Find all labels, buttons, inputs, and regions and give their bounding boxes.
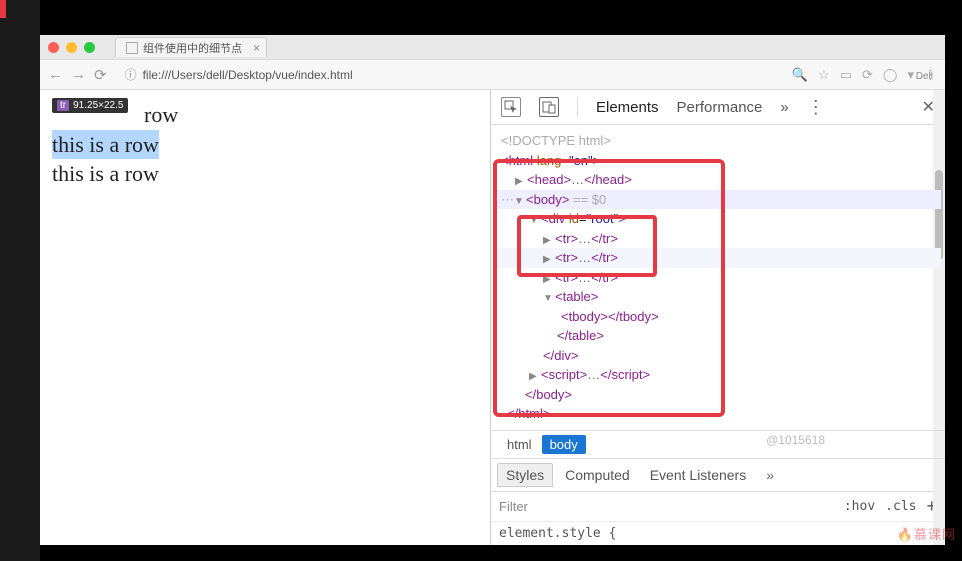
watermark-id: @1015618 (766, 433, 825, 447)
browser-window: Dell 组件使用中的细节点 × ← → ⟳ ⓘ file:///Users/d… (40, 35, 945, 545)
page-text-row-2: this is a row (52, 130, 159, 160)
dom-tr1[interactable]: ▶<tr>…</tr> (495, 229, 941, 249)
element-style-block[interactable]: element.style { (491, 522, 945, 545)
tooltip-dims: 91.25×22.5 (73, 100, 123, 111)
dom-breadcrumb: html body @1015618 (491, 430, 945, 459)
ext2-icon[interactable]: ⟳ (862, 67, 873, 83)
ext3-icon[interactable]: ◯ (883, 67, 898, 83)
performance-tab[interactable]: Performance (677, 99, 763, 116)
brand-watermark: 🔥慕课网 (897, 524, 956, 543)
styles-tab[interactable]: Styles (497, 463, 553, 487)
dom-tree[interactable]: <!DOCTYPE html> <html lang="en"> ▶<head>… (491, 125, 945, 430)
dom-tr3[interactable]: ▶<tr>…</tr> (495, 268, 941, 288)
breadcrumb-html[interactable]: html (499, 435, 540, 454)
close-window-button[interactable] (48, 42, 59, 53)
ext1-icon[interactable]: ▭ (840, 67, 852, 83)
styles-filter-row: Filter :hov .cls + (491, 492, 945, 522)
nav-arrows: ← → ⟳ (48, 66, 107, 84)
dom-html-open[interactable]: <html lang="en"> (495, 151, 941, 171)
minimize-window-button[interactable] (66, 42, 77, 53)
devtools-panel: Elements Performance » ⋮ ✕ <!DOCTYPE htm… (490, 90, 945, 545)
dell-label: Dell (916, 71, 933, 82)
address-bar: ← → ⟳ ⓘ file:///Users/dell/Desktop/vue/i… (40, 60, 945, 90)
page-icon (126, 42, 138, 54)
back-button[interactable]: ← (48, 66, 63, 84)
device-toolbar-icon[interactable] (539, 97, 559, 117)
dom-tbody[interactable]: <tbody></tbody> (495, 307, 941, 327)
tab-close-icon[interactable]: × (253, 41, 260, 55)
computed-tab[interactable]: Computed (557, 464, 638, 486)
elements-tab[interactable]: Elements (596, 99, 659, 116)
dom-div-close[interactable]: </div> (495, 346, 941, 366)
ext4-icon[interactable]: ▾ (907, 67, 914, 83)
dom-table-close[interactable]: </table> (495, 326, 941, 346)
dom-body-open[interactable]: ⋯▼<body> == $0 (495, 190, 941, 210)
maximize-window-button[interactable] (84, 42, 95, 53)
forward-button[interactable]: → (71, 66, 86, 84)
hov-toggle[interactable]: :hov (844, 499, 875, 514)
cls-toggle[interactable]: .cls (885, 499, 916, 514)
browser-tab[interactable]: 组件使用中的细节点 × (115, 37, 267, 57)
inspect-tooltip: tr 91.25×22.5 (52, 98, 128, 113)
url-text: file:///Users/dell/Desktop/vue/index.htm… (143, 68, 353, 82)
dom-script[interactable]: ▶<script>…</script> (495, 365, 941, 385)
os-sidebar (0, 0, 40, 561)
dom-table-open[interactable]: ▼<table> (495, 287, 941, 307)
page-viewport: tr 91.25×22.5 row this is a row this is … (40, 90, 490, 545)
page-text-row-3: this is a row (52, 161, 159, 186)
zoom-icon[interactable]: 🔍 (792, 67, 808, 83)
dom-body-close[interactable]: </body> (495, 385, 941, 405)
devtools-menu-icon[interactable]: ⋮ (807, 97, 825, 118)
styles-tabs: Styles Computed Event Listeners » (491, 459, 945, 492)
dom-doctype[interactable]: <!DOCTYPE html> (495, 131, 941, 151)
dom-div-open[interactable]: ▼<div id="root"> (495, 209, 941, 229)
breadcrumb-body[interactable]: body (542, 435, 586, 454)
inspect-element-icon[interactable] (501, 97, 521, 117)
page-text-row-1-suffix: row (144, 100, 178, 130)
filter-input[interactable]: Filter (499, 499, 834, 514)
event-listeners-tab[interactable]: Event Listeners (642, 464, 755, 486)
styles-more-icon[interactable]: » (766, 467, 774, 483)
tooltip-tag: tr (57, 100, 69, 111)
dom-html-close[interactable]: </html> (495, 404, 941, 424)
tab-title: 组件使用中的细节点 (143, 40, 242, 56)
devtools-toolbar: Elements Performance » ⋮ ✕ (491, 90, 945, 125)
more-tabs-icon[interactable]: » (780, 99, 788, 116)
info-icon[interactable]: ⓘ (125, 66, 137, 83)
traffic-lights (48, 42, 95, 53)
dom-head[interactable]: ▶<head>…</head> (495, 170, 941, 190)
url-field[interactable]: ⓘ file:///Users/dell/Desktop/vue/index.h… (119, 64, 780, 85)
sidebar-indicator (0, 0, 6, 18)
dom-tr2[interactable]: ▶<tr>…</tr> (495, 248, 941, 268)
reload-button[interactable]: ⟳ (94, 66, 107, 84)
window-titlebar: 组件使用中的细节点 × (40, 35, 945, 60)
bookmark-icon[interactable]: ☆ (818, 67, 830, 83)
